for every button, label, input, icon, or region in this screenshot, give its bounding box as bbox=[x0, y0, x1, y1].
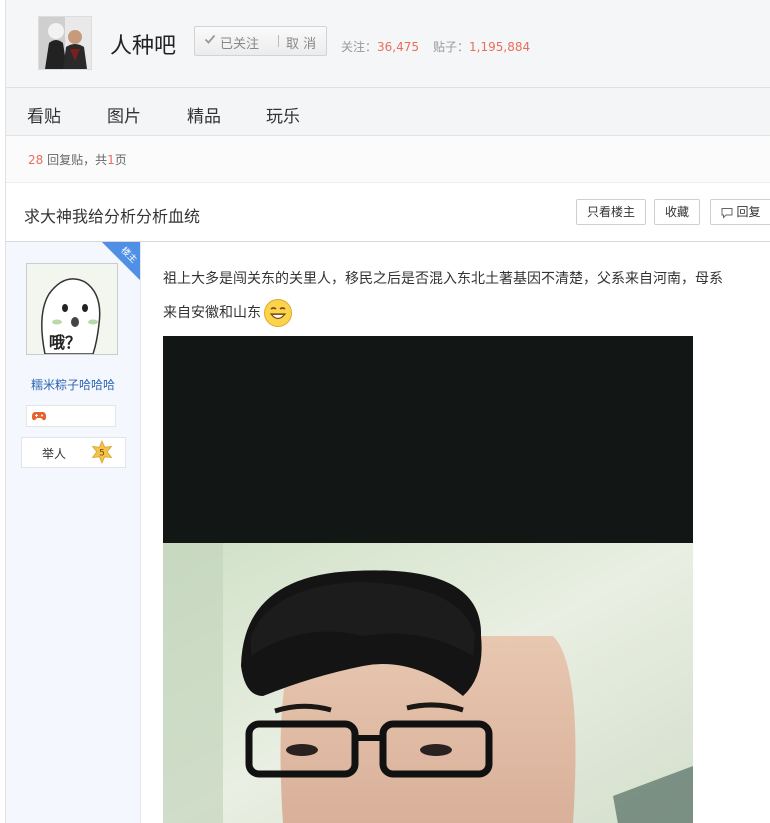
forum-tabs: 看贴 图片 精品 玩乐 bbox=[6, 88, 770, 136]
tab-featured[interactable]: 精品 bbox=[187, 102, 221, 127]
page: 人种吧 已关注 取 消 关注：36,475 贴子：1,195,884 看贴 图片 … bbox=[5, 0, 770, 823]
avatar-caption: 哦？ bbox=[49, 333, 81, 352]
post-body: 祖上大多是闯关东的关里人，移民之后是否混入东北土著基因不清楚，父系来自河南，母系… bbox=[163, 262, 763, 330]
author-level[interactable]: 举人 5 bbox=[21, 437, 126, 468]
grin-emoji-icon bbox=[264, 299, 292, 327]
reply-suffix: 回复贴，共 bbox=[47, 153, 108, 167]
divider bbox=[278, 35, 279, 47]
gamepad-icon[interactable] bbox=[32, 410, 46, 422]
followed-label: 已关注 bbox=[220, 37, 260, 52]
forum-stats: 关注：36,475 贴子：1,195,884 bbox=[341, 38, 530, 55]
tab-posts[interactable]: 看贴 bbox=[27, 102, 61, 127]
thread-title: 求大神我给分析分析血统 bbox=[24, 207, 201, 226]
forum-name[interactable]: 人种吧 bbox=[110, 28, 176, 60]
post-count-label: 贴子： bbox=[433, 40, 470, 54]
follow-count-label: 关注： bbox=[341, 40, 378, 54]
reply-summary: 28 回复贴，共1页 bbox=[28, 151, 127, 168]
post-photo[interactable] bbox=[163, 336, 693, 823]
forum-avatar[interactable] bbox=[38, 16, 92, 70]
author-name[interactable]: 糯米粽子哈哈哈 bbox=[6, 376, 140, 393]
author-avatar[interactable]: 哦？ bbox=[26, 263, 118, 355]
favorite-button[interactable]: 收藏 bbox=[654, 199, 700, 225]
tab-fun[interactable]: 玩乐 bbox=[266, 102, 300, 127]
post-count: 1,195,884 bbox=[469, 40, 531, 54]
level-number: 5 bbox=[99, 449, 105, 459]
page-suffix: 页 bbox=[114, 153, 127, 167]
author-icon-strip bbox=[26, 405, 116, 427]
page-count: 1 bbox=[107, 153, 115, 167]
level-star-icon: 5 bbox=[91, 440, 113, 464]
comment-icon bbox=[721, 207, 733, 219]
only-op-button[interactable]: 只看楼主 bbox=[576, 199, 646, 225]
thread-title-bar: 求大神我给分析分析血统 只看楼主 收藏 回复 bbox=[6, 183, 770, 242]
post-line-1: 祖上大多是闯关东的关里人，移民之后是否混入东北土著基因不清楚，父系来自河南，母系 bbox=[163, 271, 723, 287]
reply-summary-bar: 28 回复贴，共1页 bbox=[6, 136, 770, 183]
author-panel: 楼主 哦？ 糯米粽子哈哈哈 举人 5 bbox=[6, 242, 141, 823]
unfollow-button[interactable]: 取 消 bbox=[286, 33, 316, 52]
check-icon bbox=[204, 34, 216, 44]
reply-label: 回复 bbox=[736, 205, 761, 219]
reply-button[interactable]: 回复 bbox=[710, 199, 770, 225]
tab-images[interactable]: 图片 bbox=[107, 102, 141, 127]
favorite-label: 收藏 bbox=[664, 205, 689, 219]
level-title: 举人 bbox=[42, 447, 67, 461]
only-op-label: 只看楼主 bbox=[586, 205, 635, 219]
follow-count: 36,475 bbox=[377, 40, 420, 54]
post-line-2: 来自安徽和山东 bbox=[163, 305, 261, 321]
reply-count: 28 bbox=[28, 153, 44, 167]
follow-button[interactable]: 已关注 取 消 bbox=[194, 26, 327, 56]
forum-header: 人种吧 已关注 取 消 关注：36,475 贴子：1,195,884 bbox=[6, 0, 770, 88]
post-content: 祖上大多是闯关东的关里人，移民之后是否混入东北土著基因不清楚，父系来自河南，母系… bbox=[162, 242, 770, 823]
